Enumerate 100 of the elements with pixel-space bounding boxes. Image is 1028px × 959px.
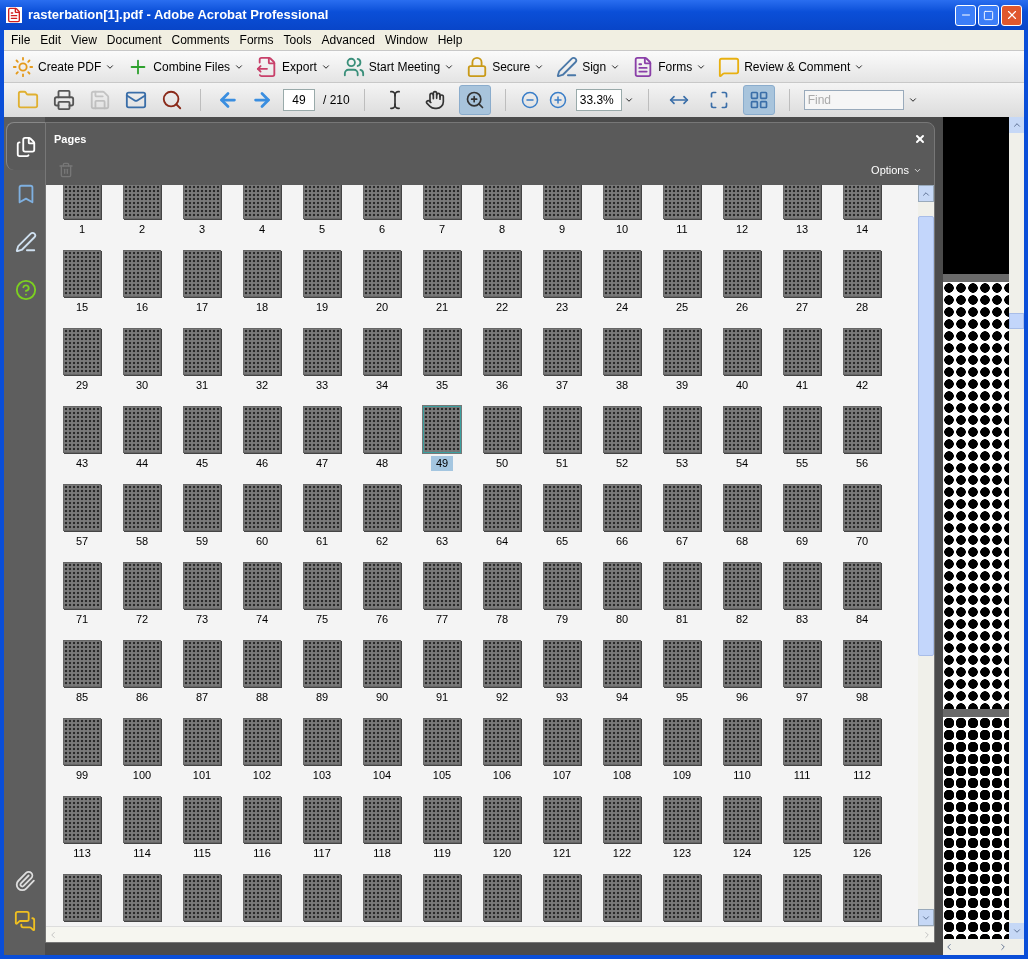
menu-item[interactable]: Window — [379, 31, 433, 49]
page-thumbnail[interactable] — [723, 185, 761, 219]
page-thumbnail[interactable] — [243, 718, 281, 765]
page-thumbnail[interactable] — [183, 406, 221, 453]
page-thumbnail[interactable] — [663, 328, 701, 375]
zoom-in-button[interactable] — [547, 90, 568, 110]
page-thumbnail[interactable] — [123, 185, 161, 219]
dropdown-caret-icon[interactable] — [623, 95, 634, 105]
page-thumbnail[interactable] — [483, 484, 521, 531]
page-thumbnail[interactable] — [363, 562, 401, 609]
page-thumbnail[interactable] — [603, 874, 641, 921]
menu-item[interactable]: Edit — [35, 31, 67, 49]
horizontal-scrollbar[interactable] — [943, 939, 1009, 955]
page-thumbnail[interactable] — [243, 250, 281, 297]
page-thumbnail[interactable] — [723, 250, 761, 297]
page-thumbnail[interactable] — [603, 484, 641, 531]
page-thumbnail[interactable] — [63, 796, 101, 843]
page-thumbnail[interactable] — [483, 718, 521, 765]
page-thumbnail[interactable] — [663, 874, 701, 921]
page-thumbnail[interactable] — [63, 718, 101, 765]
page-thumbnail[interactable] — [543, 328, 581, 375]
page-thumbnail[interactable] — [783, 562, 821, 609]
page-thumbnail[interactable] — [483, 874, 521, 921]
page-thumbnail[interactable] — [63, 406, 101, 453]
page-thumbnail[interactable] — [123, 796, 161, 843]
page-thumbnail[interactable] — [723, 328, 761, 375]
menu-item[interactable]: Document — [101, 31, 167, 49]
page-thumbnail[interactable] — [123, 484, 161, 531]
page-thumbnail[interactable] — [543, 796, 581, 843]
page-thumbnail[interactable] — [183, 874, 221, 921]
page-thumbnail[interactable] — [123, 406, 161, 453]
page-thumbnail[interactable] — [843, 796, 881, 843]
page-thumbnail[interactable] — [663, 250, 701, 297]
page-thumbnail[interactable] — [183, 328, 221, 375]
page-thumbnail[interactable] — [243, 640, 281, 687]
page-thumbnail[interactable] — [423, 250, 461, 297]
page-thumbnail[interactable] — [783, 406, 821, 453]
page-thumbnail[interactable] — [303, 328, 341, 375]
page-thumbnail[interactable] — [783, 250, 821, 297]
page-thumbnail[interactable] — [663, 562, 701, 609]
maximize-button[interactable] — [978, 4, 999, 26]
scroll-down-icon[interactable] — [1011, 926, 1022, 936]
page-thumbnail[interactable] — [243, 562, 281, 609]
page-thumbnail[interactable] — [543, 250, 581, 297]
page-thumbnail[interactable] — [483, 640, 521, 687]
close-button[interactable] — [1001, 4, 1022, 26]
toolbar-button[interactable]: Forms — [632, 55, 707, 78]
page-thumbnail[interactable] — [843, 250, 881, 297]
page-thumbnail[interactable] — [243, 484, 281, 531]
page-thumbnail[interactable] — [243, 328, 281, 375]
page-thumbnail[interactable] — [663, 406, 701, 453]
find-field[interactable]: Find — [803, 90, 904, 110]
page-thumbnail[interactable] — [63, 484, 101, 531]
page-thumbnail[interactable] — [423, 328, 461, 375]
dropdown-caret-icon[interactable] — [907, 95, 918, 105]
page-thumbnail[interactable] — [363, 250, 401, 297]
toolbar-button[interactable]: Review & Comment — [718, 55, 865, 78]
page-thumbnail[interactable] — [423, 718, 461, 765]
page-thumbnail[interactable] — [723, 718, 761, 765]
page-thumbnail[interactable] — [663, 718, 701, 765]
page-thumbnail[interactable] — [423, 874, 461, 921]
page-thumbnail[interactable] — [183, 718, 221, 765]
page-thumbnail[interactable] — [303, 484, 341, 531]
page-thumbnail[interactable] — [723, 406, 761, 453]
page-thumbnail[interactable] — [363, 640, 401, 687]
page-thumbnail[interactable] — [783, 874, 821, 921]
page-thumbnail[interactable] — [123, 328, 161, 375]
page-thumbnail[interactable] — [723, 796, 761, 843]
page-thumbnail[interactable] — [723, 874, 761, 921]
page-thumbnail[interactable] — [483, 250, 521, 297]
page-thumbnail[interactable] — [843, 406, 881, 453]
page-thumbnail[interactable] — [723, 484, 761, 531]
page-thumbnail[interactable] — [663, 484, 701, 531]
page-thumbnail[interactable] — [603, 185, 641, 219]
page-thumbnail[interactable] — [483, 796, 521, 843]
page-thumbnail[interactable] — [423, 484, 461, 531]
zoom-out-button[interactable] — [519, 90, 540, 110]
page-thumbnail[interactable] — [123, 874, 161, 921]
page-thumbnail[interactable] — [603, 796, 641, 843]
zoom-field[interactable]: 33.3% — [575, 89, 622, 111]
page-thumbnail[interactable] — [663, 796, 701, 843]
page-thumbnail[interactable] — [303, 185, 341, 219]
toolbar-button[interactable]: Secure — [466, 55, 545, 78]
page-thumbnail[interactable] — [603, 328, 641, 375]
page-thumbnail[interactable] — [363, 796, 401, 843]
page-thumbnail[interactable] — [63, 185, 101, 219]
page-thumbnail[interactable] — [183, 796, 221, 843]
page-thumbnail[interactable] — [183, 640, 221, 687]
page-thumbnail[interactable] — [663, 185, 701, 219]
page-thumbnail[interactable] — [843, 484, 881, 531]
page-thumbnail[interactable] — [243, 874, 281, 921]
page-thumbnail[interactable] — [63, 874, 101, 921]
page-thumbnail[interactable] — [843, 718, 881, 765]
page-thumbnail[interactable] — [123, 250, 161, 297]
page-thumbnail[interactable] — [303, 406, 341, 453]
scroll-up-icon[interactable] — [1011, 120, 1022, 130]
page-thumbnail[interactable] — [783, 328, 821, 375]
page-thumbnail[interactable] — [603, 718, 641, 765]
scrollbar-thumb[interactable] — [1009, 313, 1024, 329]
menu-item[interactable]: Comments — [166, 31, 235, 49]
